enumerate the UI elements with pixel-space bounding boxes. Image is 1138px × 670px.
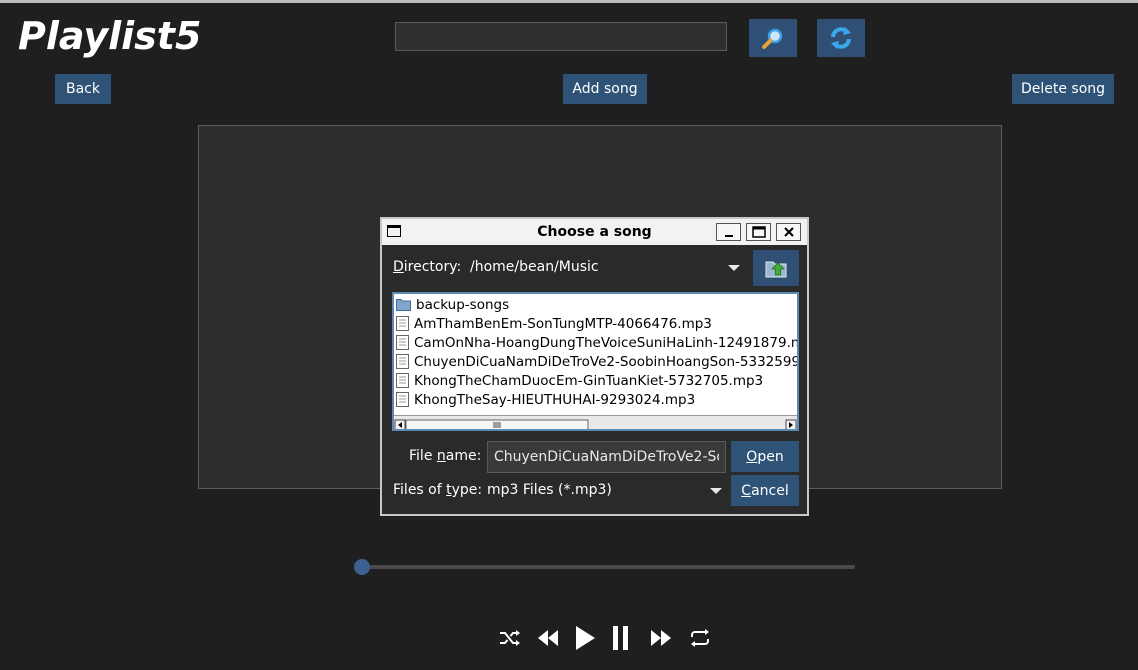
list-item[interactable]: KhongTheSay-HIEUTHUHAI-9293024.mp3 — [396, 390, 695, 409]
file-icon — [396, 335, 409, 350]
search-input[interactable] — [395, 22, 727, 51]
refresh-icon — [831, 27, 851, 49]
rewind-button[interactable] — [535, 622, 561, 654]
file-name: KhongTheChamDuocEm-GinTuanKiet-5732705.m… — [414, 372, 764, 389]
file-icon — [396, 354, 409, 369]
folder-up-icon — [765, 261, 787, 278]
file-icon — [396, 316, 409, 331]
file-name: CamOnNha-HoangDungTheVoiceSuniHaLinh-124… — [414, 334, 799, 351]
play-icon — [576, 626, 595, 650]
up-folder-button[interactable] — [753, 250, 799, 286]
list-item[interactable]: CamOnNha-HoangDungTheVoiceSuniHaLinh-124… — [396, 333, 799, 352]
file-name-input[interactable] — [487, 441, 726, 473]
file-icon — [396, 373, 409, 388]
refresh-button[interactable] — [817, 19, 865, 57]
file-type-label: Files of type: — [393, 482, 483, 498]
open-button[interactable]: Open — [731, 441, 799, 472]
progress-track[interactable] — [362, 565, 855, 569]
list-item[interactable]: ChuyenDiCuaNamDiDeTroVe2-SoobinHoangSon-… — [396, 352, 799, 371]
list-item[interactable]: KhongTheChamDuocEm-GinTuanKiet-5732705.m… — [396, 371, 763, 390]
minimize-icon — [724, 235, 733, 237]
fast-forward-icon — [651, 630, 671, 646]
progress-thumb[interactable] — [354, 559, 370, 575]
maximize-icon — [751, 226, 766, 238]
horizontal-scrollbar[interactable] — [394, 415, 797, 429]
file-icon — [396, 392, 409, 407]
dialog-titlebar[interactable]: Choose a song — [382, 219, 807, 245]
fast-forward-button[interactable] — [648, 622, 674, 654]
close-icon — [783, 227, 794, 237]
chevron-down-icon[interactable] — [710, 488, 722, 494]
folder-icon — [396, 299, 411, 311]
chevron-down-icon[interactable] — [728, 265, 740, 271]
file-name: backup-songs — [416, 296, 510, 313]
choose-song-dialog: Choose a song Directory: /home/bean/Musi… — [380, 217, 809, 516]
window-top-edge — [0, 0, 1138, 3]
close-button[interactable] — [776, 223, 801, 241]
repeat-button[interactable] — [687, 622, 713, 654]
add-song-button[interactable]: Add song — [563, 74, 647, 104]
delete-song-button[interactable]: Delete song — [1012, 74, 1114, 104]
search-button[interactable] — [749, 19, 797, 57]
maximize-button[interactable] — [746, 223, 771, 241]
dialog-title: Choose a song — [537, 224, 652, 240]
directory-select[interactable]: /home/bean/Music — [470, 259, 599, 275]
scrollbar-graphic — [394, 419, 797, 429]
play-button[interactable] — [572, 622, 598, 654]
shuffle-icon — [500, 630, 520, 646]
rewind-icon — [538, 630, 558, 646]
file-type-select[interactable]: mp3 Files (*.mp3) — [487, 482, 612, 498]
shuffle-button[interactable] — [497, 622, 523, 654]
file-list[interactable]: backup-songs AmThamBenEm-SonTungMTP-4066… — [392, 292, 799, 431]
file-name-label: File name: — [409, 448, 482, 464]
directory-label: Directory: — [393, 259, 462, 275]
file-name: KhongTheSay-HIEUTHUHAI-9293024.mp3 — [414, 391, 696, 408]
back-button[interactable]: Back — [55, 74, 111, 104]
list-item[interactable]: backup-songs — [396, 295, 509, 314]
list-item[interactable]: AmThamBenEm-SonTungMTP-4066476.mp3 — [396, 314, 712, 333]
file-name: AmThamBenEm-SonTungMTP-4066476.mp3 — [414, 315, 712, 332]
repeat-icon — [691, 629, 709, 647]
minimize-button[interactable] — [716, 223, 741, 241]
pause-button[interactable] — [608, 622, 634, 654]
file-name: ChuyenDiCuaNamDiDeTroVe2-SoobinHoangSon-… — [414, 353, 799, 370]
pause-icon — [613, 626, 628, 650]
cancel-button[interactable]: Cancel — [731, 475, 799, 506]
magnifier-icon — [762, 28, 783, 49]
app-title: Playlist5 — [18, 14, 202, 58]
